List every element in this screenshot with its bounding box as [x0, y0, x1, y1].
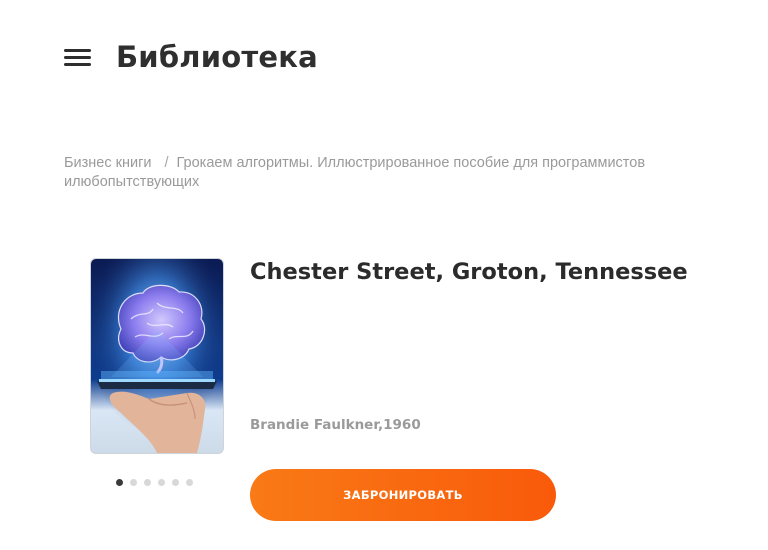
breadcrumb-separator: /: [164, 155, 169, 171]
reserve-button[interactable]: ЗАБРОНИРОВАТЬ: [250, 469, 556, 521]
gallery-dot[interactable]: [186, 479, 193, 486]
book-cover-image[interactable]: [90, 258, 224, 454]
app-header: Библиотека: [64, 40, 318, 74]
menu-bar: [64, 63, 91, 66]
gallery-dot[interactable]: [144, 479, 151, 486]
menu-bar: [64, 49, 91, 52]
gallery-dot[interactable]: [116, 479, 123, 486]
breadcrumb-parent-link[interactable]: Бизнес книги: [64, 155, 151, 171]
breadcrumb: Бизнес книги / Грокаем алгоритмы. Иллюстри…: [64, 154, 664, 192]
book-detail-page: Библиотека Бизнес книги / Грокаем алгоритм…: [0, 0, 768, 550]
book-title: Chester Street, Groton, Tennessee: [250, 259, 688, 285]
gallery-dot[interactable]: [158, 479, 165, 486]
app-title: Библиотека: [116, 40, 318, 74]
book-author-year: Brandie Faulkner,1960: [250, 417, 421, 433]
brain-hologram-illustration: [91, 259, 223, 453]
menu-bar: [64, 56, 91, 59]
cover-gallery-pagination: [116, 479, 193, 486]
gallery-dot[interactable]: [130, 479, 137, 486]
hamburger-menu-icon[interactable]: [64, 47, 91, 67]
gallery-dot[interactable]: [172, 479, 179, 486]
